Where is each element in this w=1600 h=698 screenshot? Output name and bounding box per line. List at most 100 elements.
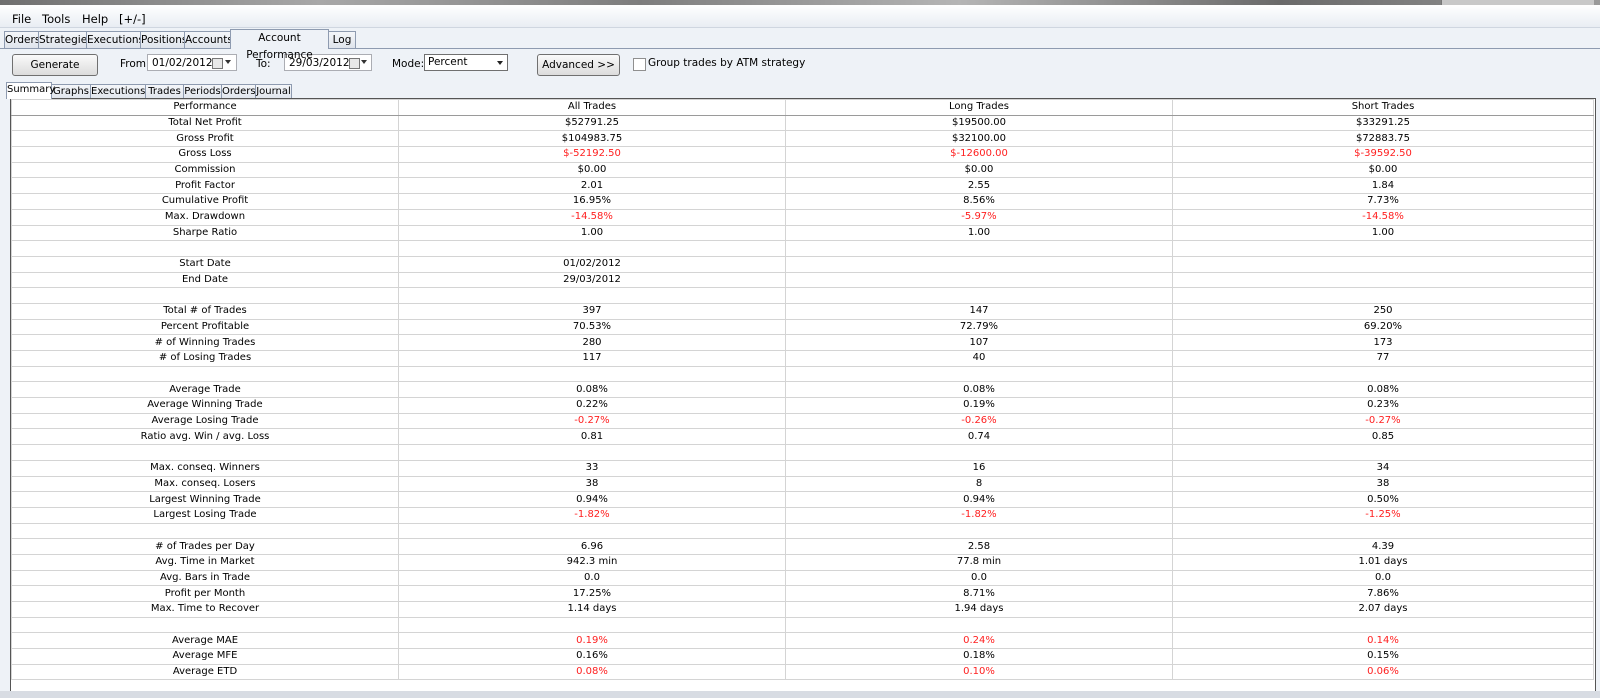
group-trades-checkbox[interactable] (633, 58, 646, 71)
short-trades-cell: 0.85 (1172, 428, 1594, 446)
all-trades-cell: 942.3 min (398, 553, 786, 571)
chevron-down-icon[interactable] (225, 60, 231, 64)
column-header-long-trades[interactable]: Long Trades (785, 99, 1173, 116)
all-trades-cell: $0.00 (398, 161, 786, 179)
metric-cell: Largest Losing Trade (11, 506, 399, 524)
tab-account-performance[interactable]: Account Performance (230, 29, 329, 61)
subtab-orders[interactable]: Orders (221, 84, 256, 99)
all-trades-cell: -14.58% (398, 208, 786, 226)
short-trades-cell: 7.73% (1172, 193, 1594, 210)
metric-cell: Gross Loss (11, 146, 399, 163)
table-row: Average Winning Trade 0.22% 0.19% 0.23% (11, 397, 1594, 414)
metric-cell: Percent Profitable (11, 318, 399, 336)
table-row: Start Date 01/02/2012 (11, 255, 1594, 273)
column-header-short-trades[interactable]: Short Trades (1172, 99, 1594, 116)
table-row (11, 522, 1594, 540)
performance-grid[interactable]: Performance All Trades Long Trades Short… (10, 98, 1596, 692)
short-trades-cell: 1.01 days (1172, 553, 1594, 571)
table-row: Gross Profit $104983.75 $32100.00 $72883.75 (11, 130, 1594, 148)
short-trades-cell: $33291.25 (1172, 114, 1594, 132)
table-row (11, 616, 1594, 634)
menu-bar: File Tools Help [+/-] (0, 5, 1600, 28)
long-trades-cell: 0.08% (785, 381, 1173, 399)
table-row: Max. conseq. Losers 38 8 38 (11, 475, 1594, 493)
metric-cell: End Date (11, 271, 399, 289)
all-trades-cell (398, 522, 786, 540)
subtab-periods[interactable]: Periods (183, 84, 222, 99)
long-trades-cell (785, 255, 1173, 273)
short-trades-cell (1172, 287, 1594, 304)
tab-accounts[interactable]: Accounts (184, 31, 233, 48)
all-trades-cell: -0.27% (398, 412, 786, 430)
table-row: Cumulative Profit 16.95% 8.56% 7.73% (11, 193, 1594, 210)
tab-strategies[interactable]: Strategies (38, 31, 93, 48)
metric-cell (11, 522, 399, 540)
subtab-graphs[interactable]: Graphs (51, 84, 91, 99)
subtab-summary[interactable]: Summary (6, 82, 55, 99)
short-trades-cell (1172, 271, 1594, 289)
tab-executions[interactable]: Executions (86, 31, 144, 48)
metric-cell: Average Trade (11, 381, 399, 399)
short-trades-cell (1172, 255, 1594, 273)
menu-file[interactable]: File (12, 12, 31, 26)
column-header-all-trades[interactable]: All Trades (398, 99, 786, 116)
short-trades-cell: 0.50% (1172, 491, 1594, 508)
long-trades-cell: 0.0 (785, 569, 1173, 587)
mode-select[interactable]: Percent (424, 54, 508, 71)
table-row: Commission $0.00 $0.00 $0.00 (11, 161, 1594, 179)
calendar-icon[interactable] (349, 58, 360, 69)
metric-cell: Cumulative Profit (11, 193, 399, 210)
long-trades-cell: 2.55 (785, 177, 1173, 195)
all-trades-cell: 70.53% (398, 318, 786, 336)
subtab-journal[interactable]: Journal (255, 84, 292, 99)
long-trades-cell: 8.56% (785, 193, 1173, 210)
short-trades-cell: 2.07 days (1172, 601, 1594, 618)
table-row: Total Net Profit $52791.25 $19500.00 $33291… (11, 114, 1594, 132)
long-trades-cell: 107 (785, 334, 1173, 351)
chevron-down-icon[interactable] (361, 60, 367, 64)
table-row: # of Winning Trades 280 107 173 (11, 334, 1594, 351)
long-trades-cell: -1.82% (785, 506, 1173, 524)
from-date-field[interactable]: 01/02/2012 (147, 54, 237, 71)
table-row: Largest Winning Trade 0.94% 0.94% 0.50% (11, 491, 1594, 508)
metric-cell: Gross Profit (11, 130, 399, 148)
tab-orders[interactable]: Orders (4, 31, 40, 48)
table-row (11, 444, 1594, 461)
metric-cell: Commission (11, 161, 399, 179)
table-row: Average Trade 0.08% 0.08% 0.08% (11, 381, 1594, 399)
all-trades-cell: 0.94% (398, 491, 786, 508)
tab-log[interactable]: Log (328, 31, 356, 48)
metric-cell: # of Trades per Day (11, 538, 399, 555)
subtab-trades[interactable]: Trades (145, 84, 184, 99)
long-trades-cell: -0.26% (785, 412, 1173, 430)
all-trades-cell: 0.0 (398, 569, 786, 587)
table-row: Max. Time to Recover 1.14 days 1.94 days 2.… (11, 601, 1594, 618)
long-trades-cell: 40 (785, 350, 1173, 367)
all-trades-cell (398, 365, 786, 383)
menu-tools[interactable]: Tools (42, 12, 70, 26)
all-trades-cell: $52791.25 (398, 114, 786, 132)
menu-help[interactable]: Help (82, 12, 108, 26)
short-trades-cell (1172, 365, 1594, 383)
long-trades-cell (785, 444, 1173, 461)
table-row: Profit Factor 2.01 2.55 1.84 (11, 177, 1594, 195)
short-trades-cell: 1.00 (1172, 224, 1594, 242)
tab-positions[interactable]: Positions (140, 31, 187, 48)
menu-toggle[interactable]: [+/-] (119, 12, 146, 26)
from-date-value: 01/02/2012 (152, 57, 213, 69)
long-trades-cell (785, 522, 1173, 540)
column-header-performance[interactable]: Performance (11, 99, 399, 116)
all-trades-cell: 1.14 days (398, 601, 786, 618)
generate-button[interactable]: Generate (12, 54, 98, 76)
table-row: # of Trades per Day 6.96 2.58 4.39 (11, 538, 1594, 555)
all-trades-cell: 29/03/2012 (398, 271, 786, 289)
table-row: Avg. Time in Market 942.3 min 77.8 min 1.01… (11, 553, 1594, 571)
subtab-executions[interactable]: Executions (90, 84, 146, 99)
long-trades-cell (785, 287, 1173, 304)
calendar-icon[interactable] (212, 58, 223, 69)
all-trades-cell (398, 444, 786, 461)
all-trades-cell: 1.00 (398, 224, 786, 242)
all-trades-cell: 0.08% (398, 381, 786, 399)
short-trades-cell: 250 (1172, 302, 1594, 320)
advanced-button[interactable]: Advanced >> (537, 54, 620, 76)
